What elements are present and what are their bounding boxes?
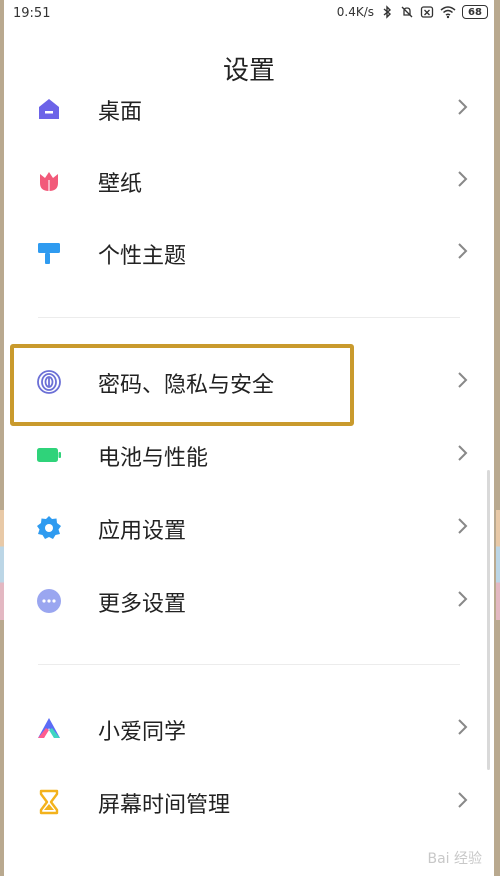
sim-icon: [420, 6, 434, 18]
mute-icon: [401, 6, 413, 18]
settings-item-label: 个性主题: [98, 244, 187, 269]
settings-item-screentime[interactable]: 屏幕时间管理: [4, 765, 494, 837]
battery-icon: [37, 448, 61, 462]
section-divider: [38, 664, 460, 665]
settings-item-theme[interactable]: 个性主题: [4, 216, 494, 288]
settings-item-label: 壁纸: [98, 172, 143, 197]
settings-screen: 19:51 0.4K/s 68 设置 桌面 壁纸 个性主题 密码、隐私与安全 电…: [4, 0, 494, 876]
settings-item-label: 电池与性能: [98, 446, 209, 471]
hourglass-icon: [39, 789, 59, 815]
home-icon: [39, 99, 59, 119]
xiaoai-icon: [38, 718, 60, 738]
settings-item-label: 屏幕时间管理: [98, 793, 231, 818]
chevron-right-icon: [458, 445, 468, 461]
more-dots-icon: [37, 589, 61, 613]
chevron-right-icon: [458, 243, 468, 259]
chevron-right-icon: [458, 372, 468, 388]
chevron-right-icon: [458, 591, 468, 607]
settings-item-wallpaper[interactable]: 壁纸: [4, 144, 494, 216]
chevron-right-icon: [458, 792, 468, 808]
chevron-right-icon: [458, 518, 468, 534]
chevron-right-icon: [458, 719, 468, 735]
battery-icon: 68: [462, 5, 488, 19]
watermark: Bai 经验: [427, 851, 482, 867]
settings-item-label: 桌面: [98, 100, 143, 125]
settings-item-apps[interactable]: 应用设置: [4, 491, 494, 563]
edge-decoration-left: [0, 510, 4, 620]
settings-item-desktop[interactable]: 桌面: [4, 72, 494, 144]
chevron-right-icon: [458, 171, 468, 187]
highlight-box: [10, 344, 354, 426]
chevron-right-icon: [458, 99, 468, 115]
settings-item-label: 应用设置: [98, 519, 187, 544]
settings-item-label: 小爱同学: [98, 720, 187, 745]
status-bar: 19:51 0.4K/s 68: [4, 0, 494, 30]
gear-icon: [37, 516, 61, 539]
settings-item-label: 更多设置: [98, 592, 187, 617]
settings-item-battery[interactable]: 电池与性能: [4, 418, 494, 490]
scrollbar[interactable]: [487, 470, 490, 770]
network-speed: 0.4K/s: [336, 5, 374, 19]
wifi-icon: [440, 6, 456, 19]
bluetooth-icon: [383, 5, 392, 19]
section-divider: [38, 317, 460, 318]
status-icons: 0.4K/s 68: [337, 5, 488, 19]
tulip-icon: [40, 172, 58, 191]
paint-roller-icon: [38, 243, 60, 264]
settings-item-more[interactable]: 更多设置: [4, 564, 494, 636]
status-time: 19:51: [13, 6, 51, 21]
edge-decoration-right: [496, 510, 500, 620]
settings-item-xiaoai[interactable]: 小爱同学: [4, 692, 494, 764]
